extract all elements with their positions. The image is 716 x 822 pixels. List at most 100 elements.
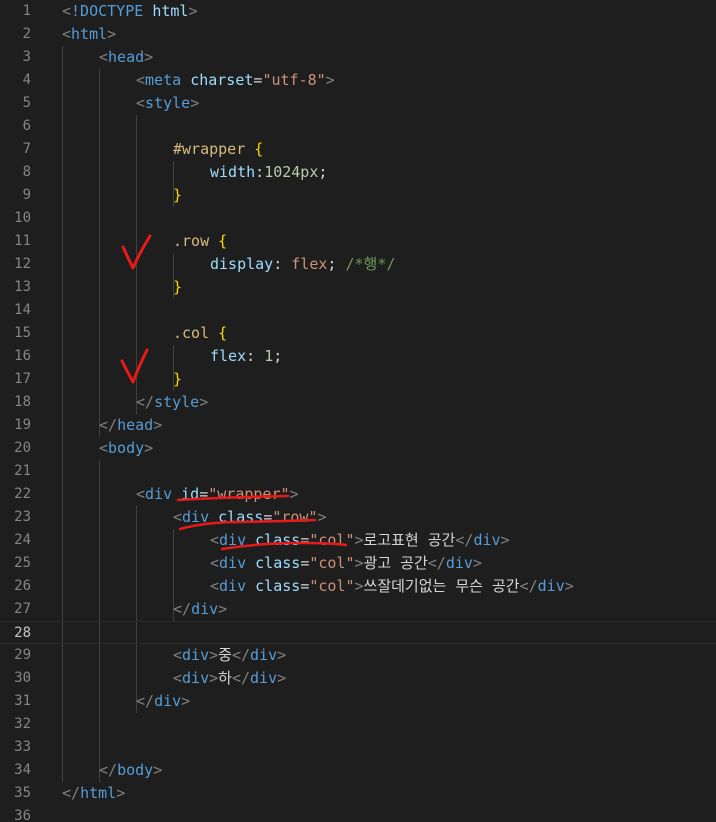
- code-line[interactable]: 34 </body>: [0, 759, 716, 782]
- code-line[interactable]: 7 #wrapper {: [0, 138, 716, 161]
- code-token: id: [181, 485, 200, 503]
- line-code: <head>: [99, 46, 153, 69]
- code-token: 하: [218, 669, 232, 687]
- code-token: div: [145, 485, 173, 503]
- line-code: .col {: [173, 322, 227, 345]
- line-number: 29: [14, 647, 31, 663]
- line-number: 5: [22, 95, 31, 111]
- line-number: 30: [14, 670, 31, 686]
- code-editor[interactable]: 1 <!DOCTYPE html> 2 <html> 3 <head> 4 <meta cha…: [0, 0, 716, 822]
- code-token: div: [445, 554, 473, 572]
- code-line[interactable]: 22 <div id="wrapper">: [0, 483, 716, 506]
- code-line[interactable]: 24 <div class="col">로고표현 공간</div>: [0, 529, 716, 552]
- code-token: flex: [210, 347, 247, 365]
- line-code: <body>: [99, 437, 153, 460]
- code-token: 로고표현 공간: [363, 531, 456, 549]
- code-token: </: [231, 669, 251, 687]
- code-token: {: [218, 324, 228, 342]
- code-line[interactable]: 28: [0, 621, 716, 644]
- code-line[interactable]: 6: [0, 115, 716, 138]
- code-line[interactable]: 11 .row {: [0, 230, 716, 253]
- code-token: >: [472, 554, 482, 572]
- code-line[interactable]: 5 <style>: [0, 92, 716, 115]
- code-token: >: [564, 577, 574, 595]
- code-line[interactable]: 25 <div class="col">광고 공간</div>: [0, 552, 716, 575]
- code-line[interactable]: 8 width:1024px;: [0, 161, 716, 184]
- code-line[interactable]: 14: [0, 299, 716, 322]
- code-token: >: [354, 554, 364, 572]
- code-token: }: [173, 370, 183, 388]
- code-line[interactable]: 1 <!DOCTYPE html>: [0, 0, 716, 23]
- code-line[interactable]: 17}: [0, 368, 716, 391]
- code-token: </: [427, 554, 446, 572]
- code-line[interactable]: 12 display: flex; /*행*/: [0, 253, 716, 276]
- code-token: div: [182, 669, 210, 687]
- code-token: 광고 공간: [363, 554, 428, 572]
- code-token: div: [219, 577, 247, 595]
- line-number: 11: [14, 233, 31, 249]
- code-token: 중: [218, 646, 232, 664]
- code-line[interactable]: 9}: [0, 184, 716, 207]
- code-token: width: [210, 163, 256, 181]
- code-line[interactable]: 15 .col {: [0, 322, 716, 345]
- line-code: <div class="col">로고표현 공간</div>: [210, 529, 510, 552]
- line-number: 36: [14, 808, 31, 822]
- line-number: 21: [14, 463, 31, 479]
- code-line[interactable]: 27 </div>: [0, 598, 716, 621]
- line-number: 13: [14, 279, 31, 295]
- code-token: {: [254, 140, 264, 158]
- code-line[interactable]: 31 </div>: [0, 690, 716, 713]
- code-token: "row": [272, 508, 318, 526]
- code-token: >: [218, 600, 228, 618]
- code-line[interactable]: 23 <div class="row">: [0, 506, 716, 529]
- line-code: </div>: [136, 690, 190, 713]
- code-token: class: [255, 554, 301, 572]
- line-code: flex: 1;: [210, 345, 282, 368]
- code-line[interactable]: 4 <meta charset="utf-8">: [0, 69, 716, 92]
- line-number: 8: [22, 164, 31, 180]
- code-line[interactable]: 32: [0, 713, 716, 736]
- code-line[interactable]: 30 <div>하</div>: [0, 667, 716, 690]
- code-line[interactable]: 18 </style>: [0, 391, 716, 414]
- line-code: <div class="col">쓰잘데기없는 무슨 공간</div>: [210, 575, 574, 598]
- code-token: <: [136, 94, 146, 112]
- code-line[interactable]: 3 <head>: [0, 46, 716, 69]
- code-line[interactable]: 19 </head>: [0, 414, 716, 437]
- code-token: >: [500, 531, 510, 549]
- line-code: }: [173, 368, 182, 391]
- code-line[interactable]: 26 <div class="col">쓰잘데기없는 무슨 공간</div>: [0, 575, 716, 598]
- code-line[interactable]: 29 <div>중</div>: [0, 644, 716, 667]
- line-number: 14: [14, 302, 31, 318]
- code-token: div: [473, 531, 501, 549]
- code-token: </: [99, 416, 118, 434]
- code-token: =: [300, 531, 310, 549]
- code-line[interactable]: 16 flex: 1;: [0, 345, 716, 368]
- code-token: div: [182, 646, 210, 664]
- code-line[interactable]: 21: [0, 460, 716, 483]
- code-token: =: [199, 485, 209, 503]
- code-token: </: [173, 600, 192, 618]
- code-line[interactable]: 36: [0, 805, 716, 822]
- code-line[interactable]: 20 <body>: [0, 437, 716, 460]
- line-code: .row {: [173, 230, 227, 253]
- line-code: <div>하</div>: [173, 667, 286, 690]
- code-token: 1024px: [264, 163, 319, 181]
- code-token: html: [152, 2, 189, 20]
- code-token: class: [255, 531, 301, 549]
- code-token: }: [173, 278, 183, 296]
- code-line[interactable]: 33: [0, 736, 716, 759]
- code-line[interactable]: 35 </html>: [0, 782, 716, 805]
- line-number: 35: [14, 785, 31, 801]
- code-line[interactable]: 13}: [0, 276, 716, 299]
- code-token: </: [99, 761, 118, 779]
- code-line[interactable]: 10: [0, 207, 716, 230]
- code-line[interactable]: 2 <html>: [0, 23, 716, 46]
- code-token: :: [255, 163, 265, 181]
